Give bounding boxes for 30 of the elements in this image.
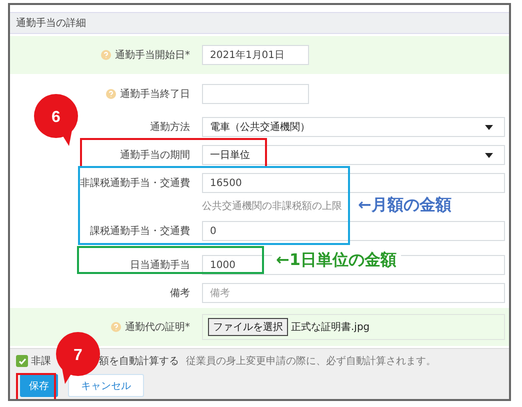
- help-icon[interactable]: [106, 89, 116, 99]
- help-icon[interactable]: [111, 322, 121, 332]
- hint-text: 公共交通機関の非課税額の上限: [202, 200, 342, 213]
- input-field[interactable]: 16500: [202, 173, 505, 193]
- field-label: 通勤代の証明*: [125, 320, 190, 334]
- caret-icon: [485, 124, 493, 130]
- date-field[interactable]: [202, 84, 309, 104]
- select-field[interactable]: 電車（公共交通機関）: [202, 117, 505, 137]
- field-label: 非課税通勤手当・交通費: [80, 176, 190, 190]
- field-label: 通勤手当終了日: [120, 88, 190, 101]
- checkbox-note: 従業員の身上変更申請の際に、必ず自動計算されます。: [186, 354, 436, 368]
- help-icon[interactable]: [101, 50, 111, 60]
- input-field[interactable]: 備考: [202, 283, 505, 303]
- checkbox-label: 非課: [31, 354, 51, 368]
- checkbox-label: 額を自動計算する: [99, 354, 179, 368]
- field-label: 通勤手当開始日*: [115, 48, 190, 62]
- select-field[interactable]: 一日単位: [202, 145, 505, 165]
- field-label: 備考: [170, 286, 190, 300]
- annotation-text: ←1日単位の金額: [272, 250, 401, 271]
- input-field[interactable]: 0: [202, 221, 505, 241]
- date-field[interactable]: 2021年1月01日: [202, 45, 309, 65]
- file-name: 正式な証明書.jpg: [291, 320, 370, 334]
- caret-icon: [485, 152, 493, 158]
- field-label: 通勤手当の期間: [120, 148, 190, 162]
- field-label: 課税通勤手当・交通費: [90, 224, 190, 238]
- checkbox[interactable]: [16, 355, 28, 367]
- choose-file-button[interactable]: ファイルを選択: [208, 318, 288, 336]
- field-label: 日当通勤手当: [130, 258, 190, 272]
- field-label: 通勤方法: [150, 120, 190, 134]
- section-title: 通勤手当の詳細: [16, 16, 86, 30]
